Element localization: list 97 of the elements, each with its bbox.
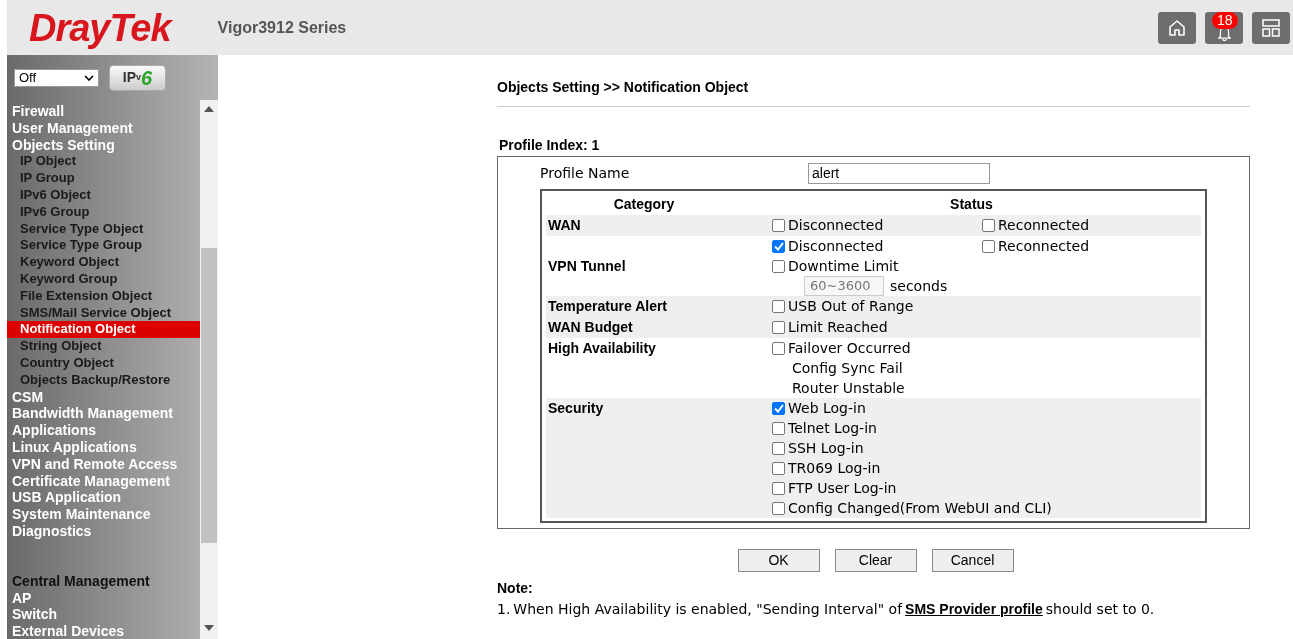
model-title: Vigor3912 Series	[217, 17, 347, 38]
chevron-down-icon	[84, 74, 94, 81]
menu-item[interactable]: Linux Applications	[7, 438, 200, 456]
menu-item[interactable]: Notification Object	[7, 321, 200, 339]
category-label: VPN Tunnel	[548, 258, 626, 274]
note-text: should set to 0.	[1045, 600, 1155, 619]
scroll-down-icon[interactable]	[204, 625, 214, 631]
option-label: Disconnected	[788, 237, 884, 256]
checkbox[interactable]	[772, 218, 785, 232]
notification-count: 18	[1212, 11, 1238, 29]
checkbox[interactable]	[772, 259, 785, 273]
home-button[interactable]	[1158, 11, 1196, 44]
checkbox[interactable]	[772, 481, 785, 495]
scroll-up-icon[interactable]	[204, 106, 214, 112]
checkbox[interactable]	[772, 299, 785, 313]
checkbox[interactable]	[982, 218, 995, 232]
menu-item[interactable]: Certificate Management	[7, 472, 200, 490]
home-icon	[1167, 17, 1187, 38]
menu-item[interactable]: File Extension Object	[7, 287, 200, 305]
checkbox[interactable]	[772, 320, 785, 334]
option-label: USB Out of Range	[788, 297, 914, 316]
checkbox[interactable]	[772, 239, 785, 253]
option-label: Web Log-in	[788, 399, 866, 418]
menu-item[interactable]: User Management	[7, 119, 200, 137]
checkbox[interactable]	[772, 341, 785, 355]
menu-section-title[interactable]: Central Management	[7, 572, 200, 590]
menu-item[interactable]: Diagnostics	[7, 522, 200, 540]
note-text: When High Availability is enabled, "Sending Interval" of	[513, 600, 903, 619]
menu-item[interactable]: IPv6 Group	[7, 203, 200, 221]
menu-item[interactable]: Objects Setting	[7, 136, 200, 154]
checkbox[interactable]	[772, 501, 785, 515]
option-label: TR069 Log-in	[788, 459, 881, 478]
menu-item[interactable]: Keyword Object	[7, 254, 200, 271]
action-button[interactable]: OK	[737, 549, 820, 572]
menu-item[interactable]: Country Object	[7, 354, 200, 372]
breadcrumb: Objects Setting >> Notification Object	[497, 77, 1250, 107]
category-label: WAN	[548, 217, 581, 233]
category-label: Security	[548, 400, 604, 416]
action-button[interactable]: Cancel	[931, 549, 1014, 572]
scrollbar-thumb[interactable]	[201, 248, 217, 543]
menu-item[interactable]: String Object	[7, 338, 200, 355]
scrollbar[interactable]	[200, 100, 218, 639]
option-label: Disconnected	[788, 216, 884, 235]
option-label: Failover Occurred	[788, 339, 911, 358]
menu-item[interactable]: USB Application	[7, 489, 200, 507]
option-label: Reconnected	[998, 216, 1090, 235]
column-header: Status	[949, 194, 994, 214]
menu-item[interactable]: Objects Backup/Restore	[7, 371, 200, 389]
menu-item[interactable]: External Devices	[7, 623, 200, 639]
category-label: WAN Budget	[548, 319, 633, 335]
option-label: SSH Log-in	[788, 439, 864, 458]
menu-item[interactable]: Switch	[7, 606, 200, 624]
profile-index: Profile Index: 1	[499, 136, 601, 155]
menu-item[interactable]: Service Type Object	[7, 220, 200, 238]
option-label: Telnet Log-in	[788, 419, 877, 438]
mode-select[interactable]: Off	[14, 68, 99, 87]
link[interactable]: SMS Provider profile	[905, 599, 1043, 620]
menu-item[interactable]: SMS/Mail Service Object	[7, 304, 200, 322]
option-label: Config Changed(From WebUI and CLI)	[788, 499, 1052, 518]
logo: DrayTek	[29, 8, 171, 47]
seconds-field[interactable]: 60~3600	[804, 276, 884, 296]
category-label: Temperature Alert	[548, 298, 668, 314]
checkbox[interactable]	[772, 441, 785, 455]
action-button[interactable]: Clear	[834, 549, 917, 572]
checkbox[interactable]	[772, 401, 785, 415]
notification-button[interactable]: 18	[1205, 11, 1243, 44]
menu-item[interactable]: IPv6 Object	[7, 187, 200, 204]
checkbox[interactable]	[772, 461, 785, 475]
note-title: Note:	[497, 579, 534, 598]
menu-item[interactable]: Firewall	[7, 103, 200, 120]
category-label: High Availability	[548, 340, 656, 356]
menu-item[interactable]: IP Object	[7, 153, 200, 171]
note-number: 1.	[497, 600, 511, 619]
menu-item[interactable]: Service Type Group	[7, 237, 200, 255]
menu-item[interactable]: IP Group	[7, 170, 200, 187]
menu-item[interactable]: Keyword Group	[7, 270, 200, 288]
option-label: Router Unstable	[791, 379, 905, 398]
profile-name-field[interactable]: alert	[808, 162, 990, 184]
checkbox[interactable]	[982, 239, 995, 253]
menu-item[interactable]: Bandwidth Management	[7, 405, 200, 423]
option-label: Reconnected	[998, 237, 1090, 256]
layout-button[interactable]	[1252, 11, 1290, 44]
option-label: FTP User Log-in	[788, 479, 897, 498]
menu-item[interactable]: VPN and Remote Access	[7, 455, 200, 473]
column-header: Category	[612, 194, 676, 214]
layout-icon	[1261, 17, 1281, 38]
option-label: Limit Reached	[788, 318, 888, 337]
unit-label: seconds	[890, 277, 948, 296]
menu-item[interactable]: AP	[7, 589, 200, 607]
field-label: Profile Name	[540, 163, 631, 183]
menu-item[interactable]: System Maintenance	[7, 506, 200, 523]
menu-item[interactable]: Applications	[7, 422, 200, 439]
menu-item[interactable]: CSM	[7, 388, 200, 406]
bell-icon	[1217, 27, 1231, 41]
checkbox[interactable]	[772, 421, 785, 435]
option-label: Downtime Limit	[788, 257, 899, 276]
option-label: Config Sync Fail	[791, 359, 903, 378]
